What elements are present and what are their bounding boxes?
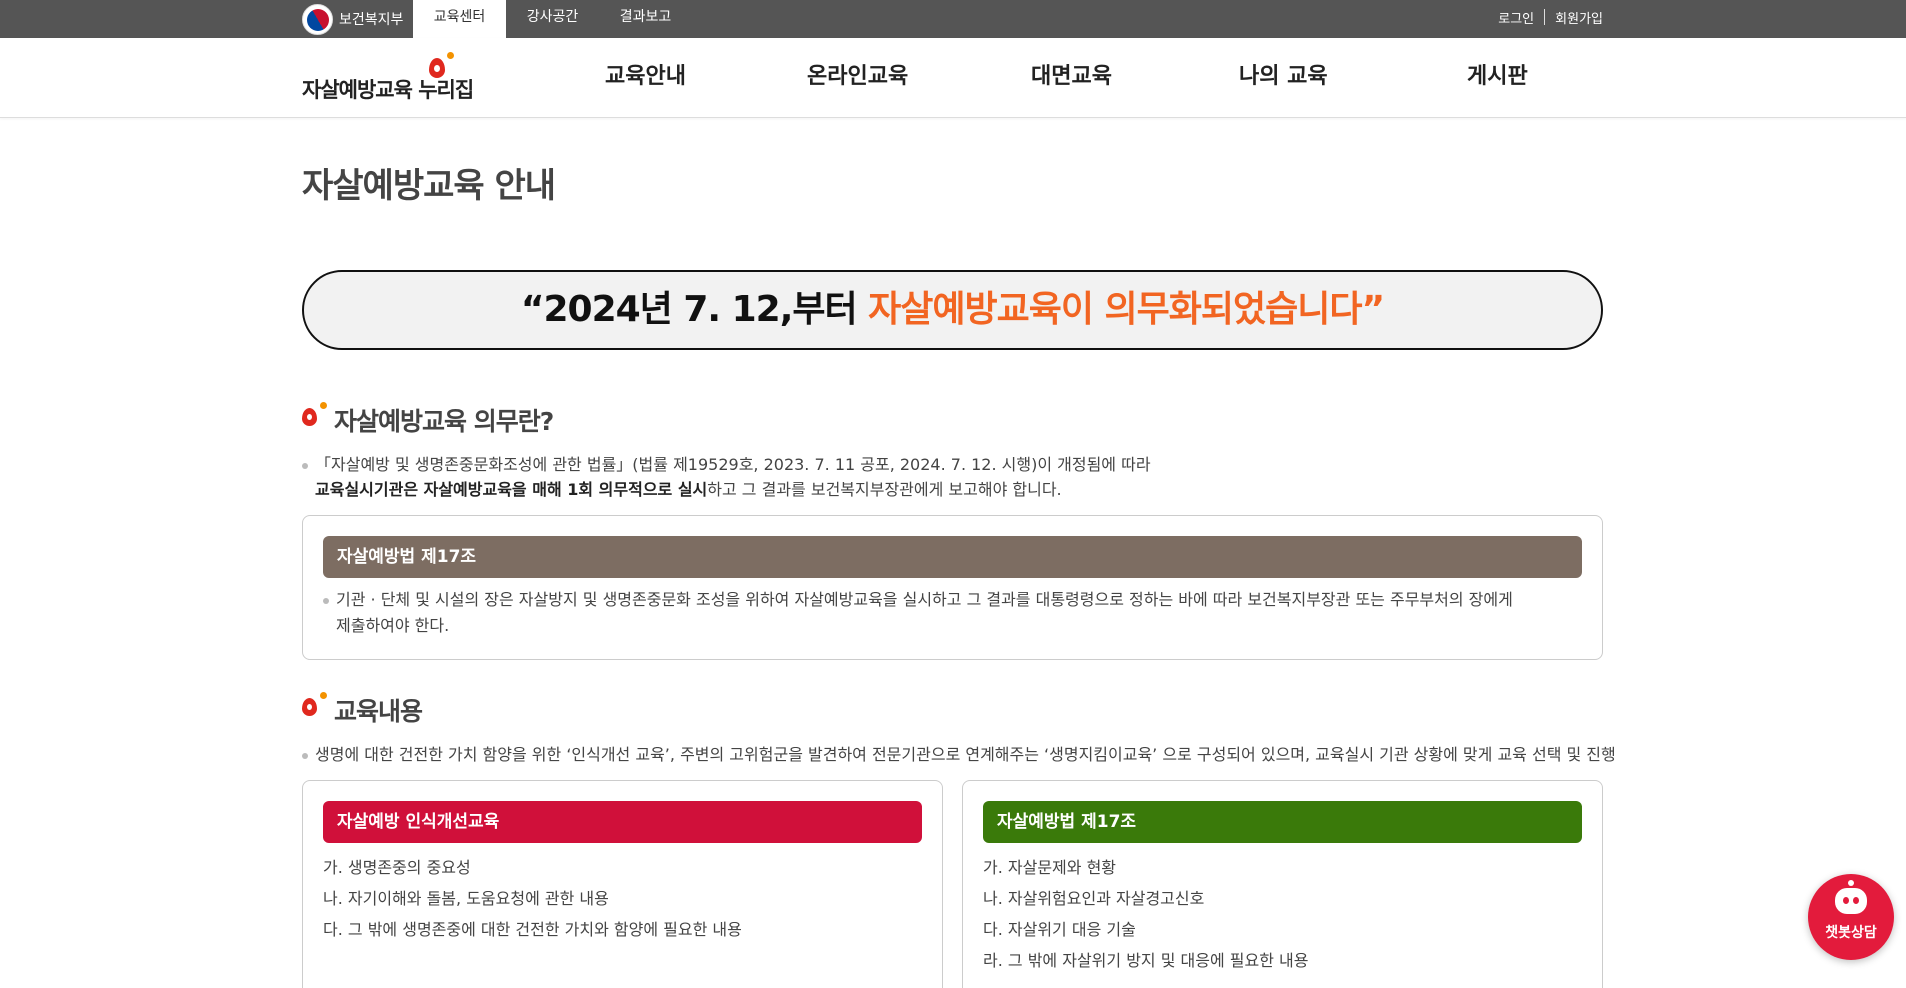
page-title: 자살예방교육 안내 xyxy=(302,166,556,206)
nav-board[interactable]: 게시판 xyxy=(1467,38,1528,118)
logo-spark-icon xyxy=(447,52,454,59)
list-item: 라. 그 밖에 자살위기 방지 및 대응에 필요한 내용 xyxy=(983,951,1309,970)
banner-highlight: 자살예방교육이 의무화되었습니다” xyxy=(868,289,1385,330)
list-item: 나. 자기이해와 돌봄, 도움요청에 관한 내용 xyxy=(323,889,609,908)
ministry-link[interactable]: 보건복지부 xyxy=(302,2,403,36)
gatekeeper-education-header: 자살예방법 제17조 xyxy=(983,801,1582,843)
login-link[interactable]: 로그인 xyxy=(1498,8,1534,27)
awareness-education-header: 자살예방 인식개선교육 xyxy=(323,801,922,843)
list-item: 가. 생명존중의 중요성 xyxy=(323,858,471,877)
nav-offline-education[interactable]: 대면교육 xyxy=(1031,38,1112,118)
ministry-name: 보건복지부 xyxy=(339,12,404,28)
signup-link[interactable]: 회원가입 xyxy=(1555,8,1603,27)
law-description: 「자살예방 및 생명존중문화조성에 관한 법률」(법률 제19529호, 202… xyxy=(302,452,1151,478)
nav-online-education[interactable]: 온라인교육 xyxy=(807,38,908,118)
law-article-box: 자살예방법 제17조 기관 · 단체 및 시설의 장은 자살방지 및 생명존중문… xyxy=(302,515,1603,660)
site-header: 자살예방교육 누리집 교육안내 온라인교육 대면교육 나의 교육 게시판 xyxy=(0,38,1906,118)
tab-instructor-space[interactable]: 강사공간 xyxy=(506,0,599,38)
robot-icon xyxy=(1835,888,1867,914)
robot-antenna-icon xyxy=(1848,880,1854,886)
law-article-line2: 제출하여야 한다. xyxy=(336,616,450,635)
list-item: 가. 자살문제와 현황 xyxy=(983,858,1117,877)
divider xyxy=(1544,9,1546,25)
top-utility-bar: 보건복지부 교육센터 강사공간 결과보고 로그인 회원가입 xyxy=(0,0,1906,38)
content-description-text: 생명에 대한 건전한 가치 함양을 위한 ‘인식개선 교육’, 주변의 고위험군… xyxy=(315,745,1616,764)
list-item: 다. 자살위기 대응 기술 xyxy=(983,920,1136,939)
awareness-education-box: 자살예방 인식개선교육 가. 생명존중의 중요성 나. 자기이해와 돌봄, 도움… xyxy=(302,780,943,988)
law-article-header: 자살예방법 제17조 xyxy=(323,536,1582,578)
law-description-bold: 교육실시기관은 자살예방교육을 매해 1회 의무적으로 실시 xyxy=(315,480,708,499)
law-article-line1: 기관 · 단체 및 시설의 장은 자살방지 및 생명존중문화 조성을 위하여 자… xyxy=(336,590,1513,609)
section-bullet-icon xyxy=(302,692,328,718)
list-item: 다. 그 밖에 생명존중에 대한 건전한 가치와 함양에 필요한 내용 xyxy=(323,920,742,939)
law-description-line1: 「자살예방 및 생명존중문화조성에 관한 법률」(법률 제19529호, 202… xyxy=(315,455,1151,474)
tab-result-report[interactable]: 결과보고 xyxy=(599,0,692,38)
tab-education-center[interactable]: 교육센터 xyxy=(413,0,506,38)
section-title-content: 교육내용 xyxy=(302,692,423,728)
section-title-text: 자살예방교육 의무란? xyxy=(334,407,554,436)
section-bullet-icon xyxy=(302,402,328,428)
law-description-rest: 하고 그 결과를 보건복지부장관에게 보고해야 합니다. xyxy=(707,480,1062,499)
law-description-2: 교육실시기관은 자살예방교육을 매해 1회 의무적으로 실시하고 그 결과를 보… xyxy=(302,477,1062,503)
ministry-emblem-icon xyxy=(302,3,333,35)
section-title-mandatory: 자살예방교육 의무란? xyxy=(302,402,554,438)
notice-banner: “2024년 7. 12,부터 자살예방교육이 의무화되었습니다” xyxy=(302,270,1603,350)
logo-text: 자살예방교육 누리집 xyxy=(302,78,474,102)
nav-education-info[interactable]: 교육안내 xyxy=(605,38,686,118)
banner-prefix: “2024년 7. 12,부터 xyxy=(520,289,869,330)
list-item: 나. 자살위험요인과 자살경고신호 xyxy=(983,889,1205,908)
content-description: 생명에 대한 건전한 가치 함양을 위한 ‘인식개선 교육’, 주변의 고위험군… xyxy=(302,742,1616,768)
site-logo[interactable]: 자살예방교육 누리집 xyxy=(302,50,494,106)
chatbot-button[interactable]: 챗봇상담 xyxy=(1808,874,1894,960)
chatbot-label: 챗봇상담 xyxy=(1825,925,1877,941)
nav-my-education[interactable]: 나의 교육 xyxy=(1239,38,1328,118)
section-title-text: 교육내용 xyxy=(334,697,423,726)
law-article-text: 기관 · 단체 및 시설의 장은 자살방지 및 생명존중문화 조성을 위하여 자… xyxy=(323,587,1513,639)
gatekeeper-education-box: 자살예방법 제17조 가. 자살문제와 현황 나. 자살위험요인과 자살경고신호… xyxy=(962,780,1603,988)
user-links: 로그인 회원가입 xyxy=(1498,0,1603,34)
